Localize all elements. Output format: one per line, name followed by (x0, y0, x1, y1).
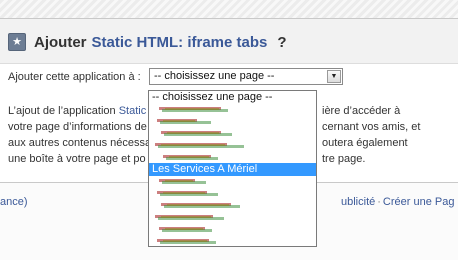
star-icon: ★ (8, 33, 26, 51)
redaction-mark (161, 216, 211, 218)
description-line-end: ière d’accéder à (322, 105, 401, 117)
redacted-text (163, 155, 219, 160)
redaction-mark (161, 144, 225, 146)
footer-left-link[interactable]: ance) (0, 196, 28, 208)
redacted-text (157, 239, 217, 244)
redaction-mark (163, 192, 205, 194)
redaction-mark (167, 132, 219, 134)
redacted-text (157, 119, 212, 124)
help-link[interactable]: ? (277, 34, 286, 51)
redaction-mark (165, 180, 193, 182)
redaction-mark (163, 120, 195, 122)
advertising-link[interactable]: ublicité (341, 196, 375, 208)
redacted-text (159, 179, 207, 184)
redacted-text (159, 107, 229, 112)
footer-separator: · (377, 196, 381, 208)
redacted-text (155, 215, 225, 220)
redacted-text (161, 203, 241, 208)
chevron-down-icon[interactable]: ▼ (327, 70, 341, 83)
title-prefix: Ajouter (34, 33, 87, 51)
redaction-mark (165, 228, 203, 230)
description-line-end: cernant vos amis, et (322, 121, 421, 133)
app-name-link[interactable]: Static HTML: iframe tabs (92, 34, 268, 51)
redaction-mark (163, 240, 207, 242)
create-page-link[interactable]: Créer une Pag (383, 196, 455, 208)
background-stripes (0, 0, 458, 18)
description-line: aux autres contenus nécessa (8, 137, 152, 149)
description-line: une boîte à votre page et po (8, 153, 146, 165)
redaction-mark (167, 204, 229, 206)
page-dropdown-list[interactable]: -- choisissez une page -- Les Services A … (148, 90, 317, 247)
redacted-text (157, 191, 219, 196)
redacted-text (159, 227, 213, 232)
redaction-mark (165, 108, 219, 110)
dropdown-item[interactable] (149, 235, 316, 248)
redaction-mark (169, 156, 209, 158)
page-select[interactable]: -- choisissez une page -- ▼ (149, 68, 343, 85)
description-line-end: outera également (322, 137, 408, 149)
description-text-part: L’ajout de l’application (8, 105, 119, 117)
redacted-text (155, 143, 245, 148)
page-select-value: -- choisissez une page -- (154, 70, 275, 82)
description-line-end: tre page. (322, 153, 366, 165)
description-line: votre page d’informations de (8, 121, 147, 133)
dialog-title: ★ Ajouter Static HTML: iframe tabs ? (8, 33, 287, 51)
footer-links: ublicité · Créer une Pag (341, 196, 454, 208)
redacted-text (161, 131, 233, 136)
add-to-label: Ajouter cette application à : (8, 71, 141, 83)
description-line: L’ajout de l’application Static H (8, 103, 157, 119)
